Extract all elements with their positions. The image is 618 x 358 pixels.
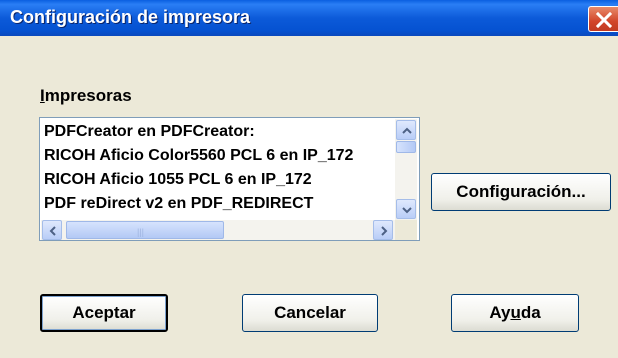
- scroll-right-button[interactable]: [373, 220, 393, 240]
- printers-listbox[interactable]: PDFCreator en PDFCreator: RICOH Aficio C…: [39, 117, 420, 241]
- help-label-access-key: u: [510, 303, 521, 322]
- help-label-pre: Ay: [489, 303, 511, 322]
- arrow-right-icon: [381, 226, 388, 236]
- scroll-left-button[interactable]: [42, 220, 62, 240]
- horizontal-scroll-thumb[interactable]: |||: [66, 221, 224, 239]
- help-label-post: da: [520, 303, 541, 322]
- dialog-title: Configuración de impresora: [10, 7, 251, 27]
- vertical-scroll-thumb[interactable]: [396, 141, 416, 153]
- arrow-down-icon: [402, 207, 412, 214]
- arrow-up-icon: [402, 127, 412, 134]
- scroll-up-button[interactable]: [396, 120, 416, 140]
- help-button[interactable]: Ay u da: [451, 294, 579, 332]
- printer-item-ricoh-color5560[interactable]: RICOH Aficio Color5560 PCL 6 en IP_172: [44, 144, 392, 168]
- close-icon: [596, 12, 612, 28]
- horizontal-scrollbar[interactable]: |||: [41, 220, 395, 240]
- title-bar[interactable]: Configuración de impresora: [0, 0, 618, 36]
- printer-item-pdfcreator[interactable]: PDFCreator en PDFCreator:: [44, 120, 392, 144]
- cancel-button[interactable]: Cancelar: [242, 294, 378, 332]
- close-button[interactable]: [588, 6, 618, 32]
- arrow-left-icon: [49, 226, 56, 236]
- printer-item-pdf-redirect[interactable]: PDF reDirect v2 en PDF_REDIRECT: [44, 192, 392, 216]
- ok-button[interactable]: Aceptar: [40, 294, 168, 332]
- scrollbar-corner: [395, 220, 417, 240]
- configure-button[interactable]: Configuración...: [431, 173, 611, 211]
- scroll-grip-icon: |||: [137, 227, 145, 237]
- printer-setup-dialog: Configuración de impresora Impresoras PD…: [0, 0, 618, 358]
- printer-item-ricoh-1055[interactable]: RICOH Aficio 1055 PCL 6 en IP_172: [44, 168, 392, 192]
- printers-label-rest: mpresoras: [44, 86, 132, 105]
- printers-list: PDFCreator en PDFCreator: RICOH Aficio C…: [44, 120, 392, 220]
- printers-label: Impresoras: [40, 86, 132, 106]
- scroll-down-button[interactable]: [396, 199, 416, 219]
- vertical-scrollbar[interactable]: [395, 119, 417, 220]
